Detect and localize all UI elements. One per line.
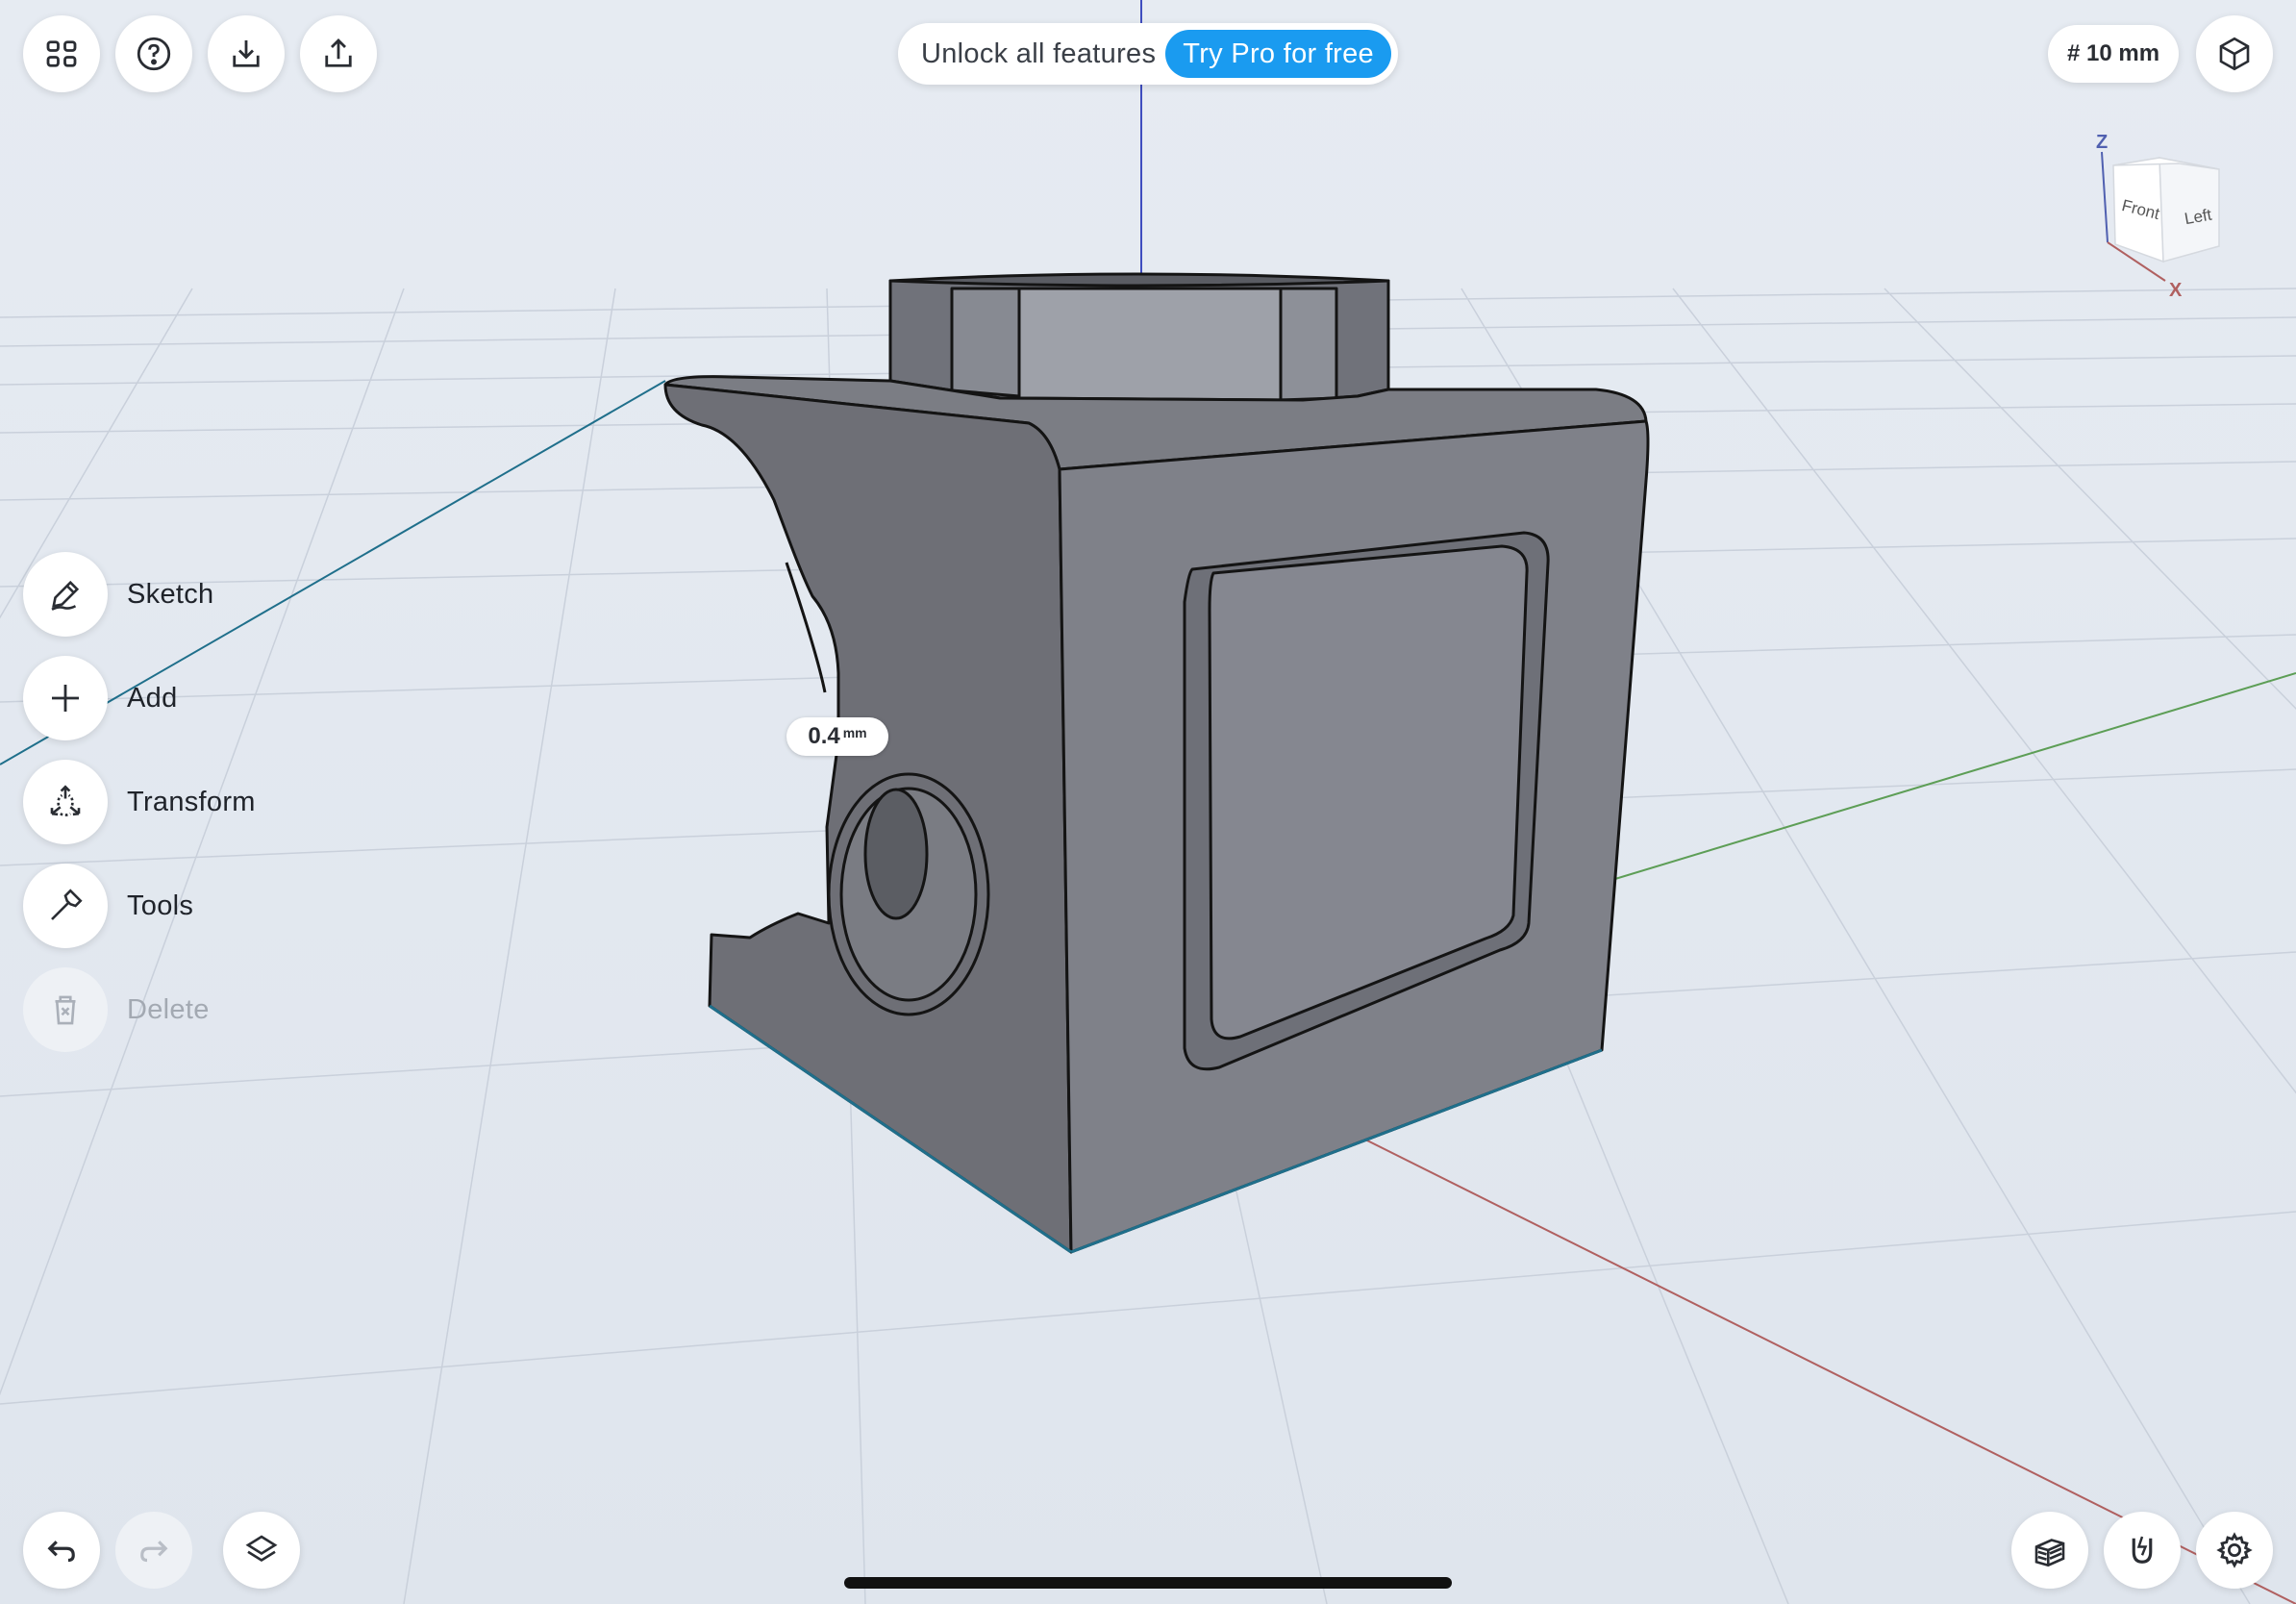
measurement-label[interactable]: 0.4 mm — [786, 717, 888, 756]
snap-magnet-icon — [2132, 1536, 2153, 1564]
add-button[interactable] — [23, 656, 108, 740]
menu-item-tools[interactable]: Tools — [23, 864, 193, 948]
3d-viewport[interactable] — [0, 0, 2296, 1604]
help-button[interactable] — [115, 15, 192, 92]
undo-icon — [47, 1541, 75, 1563]
pro-promo-banner[interactable]: Unlock all features Try Pro for free — [898, 23, 1398, 85]
layers-button[interactable] — [223, 1512, 300, 1589]
hammer-icon — [51, 889, 83, 920]
sketch-label: Sketch — [127, 578, 214, 610]
redo-icon — [140, 1541, 168, 1563]
menu-item-transform[interactable]: Transform — [23, 760, 256, 844]
import-button[interactable] — [208, 15, 285, 92]
transform-arrows-icon — [50, 785, 81, 816]
tools-button[interactable] — [23, 864, 108, 948]
add-label: Add — [127, 682, 178, 714]
unlock-features-text: Unlock all features — [921, 38, 1157, 69]
view-cube-icon — [2219, 37, 2250, 71]
sketch-button[interactable] — [23, 552, 108, 637]
view-cube-navigator[interactable]: Z X Front Left — [2086, 125, 2250, 308]
apps-grid-icon — [46, 40, 77, 67]
snap-button[interactable] — [2104, 1512, 2181, 1589]
section-view-button[interactable] — [2011, 1512, 2088, 1589]
transform-label: Transform — [127, 786, 256, 817]
pencil-icon — [51, 580, 80, 611]
settings-gear-icon — [2216, 1532, 2253, 1568]
plus-icon — [52, 685, 79, 712]
delete-button[interactable] — [23, 967, 108, 1052]
export-icon — [325, 38, 352, 67]
apps-button[interactable] — [23, 15, 100, 92]
measurement-value: 0.4 — [808, 723, 840, 749]
transform-button[interactable] — [23, 760, 108, 844]
layers-icon — [245, 1535, 278, 1563]
import-icon — [233, 40, 260, 67]
axis-x-label: X — [2169, 280, 2183, 301]
measurement-unit: mm — [842, 725, 867, 740]
try-pro-button[interactable]: Try Pro for free — [1165, 30, 1391, 78]
export-button[interactable] — [300, 15, 377, 92]
help-icon — [137, 37, 171, 71]
tools-label: Tools — [127, 890, 194, 921]
menu-item-delete[interactable]: Delete — [23, 967, 210, 1052]
redo-button[interactable] — [115, 1512, 192, 1589]
settings-button[interactable] — [2196, 1512, 2273, 1589]
menu-item-add[interactable]: Add — [23, 656, 178, 740]
undo-button[interactable] — [23, 1512, 100, 1589]
home-indicator[interactable] — [844, 1577, 1452, 1589]
view-mode-button[interactable] — [2196, 15, 2273, 92]
delete-label: Delete — [127, 993, 210, 1025]
menu-item-sketch[interactable]: Sketch — [23, 552, 213, 637]
section-view-icon — [2034, 1539, 2065, 1567]
trash-icon — [55, 995, 76, 1025]
grid-size-button[interactable]: # 10 mm — [2048, 25, 2179, 83]
axis-z-label: Z — [2096, 132, 2108, 153]
